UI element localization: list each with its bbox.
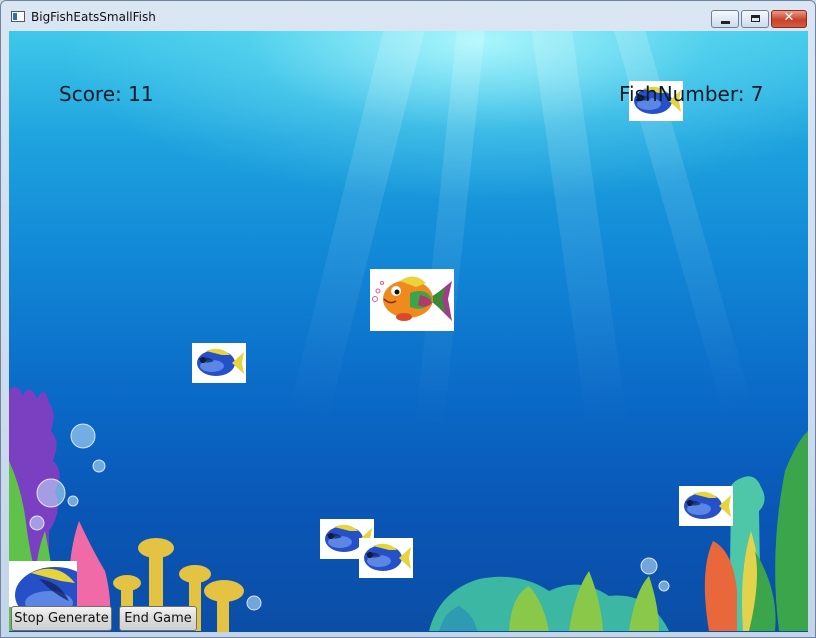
app-window: BigFishEatsSmallFish ✕ Score: 11 FishNum… xyxy=(0,0,816,638)
game-canvas[interactable]: Score: 11 FishNumber: 7 Stop Generate En… xyxy=(9,31,808,632)
close-icon: ✕ xyxy=(783,10,795,25)
end-game-button[interactable]: End Game xyxy=(119,606,197,631)
maximize-button[interactable] xyxy=(741,10,769,28)
minimize-button[interactable] xyxy=(711,10,739,28)
app-icon xyxy=(11,11,25,22)
stop-generate-button[interactable]: Stop Generate xyxy=(11,606,112,631)
minimize-icon xyxy=(721,21,730,24)
close-button[interactable]: ✕ xyxy=(771,10,807,28)
player-fish xyxy=(370,269,454,331)
score-label: Score: 11 xyxy=(59,82,154,106)
enemy-fish xyxy=(679,486,733,526)
window-title: BigFishEatsSmallFish xyxy=(31,10,156,24)
fish-number-label: FishNumber: 7 xyxy=(619,82,764,106)
title-bar[interactable]: BigFishEatsSmallFish ✕ xyxy=(1,1,815,31)
maximize-icon xyxy=(751,15,760,22)
enemy-fish xyxy=(192,343,246,383)
enemy-fish xyxy=(9,561,77,607)
enemy-fish xyxy=(359,538,413,578)
